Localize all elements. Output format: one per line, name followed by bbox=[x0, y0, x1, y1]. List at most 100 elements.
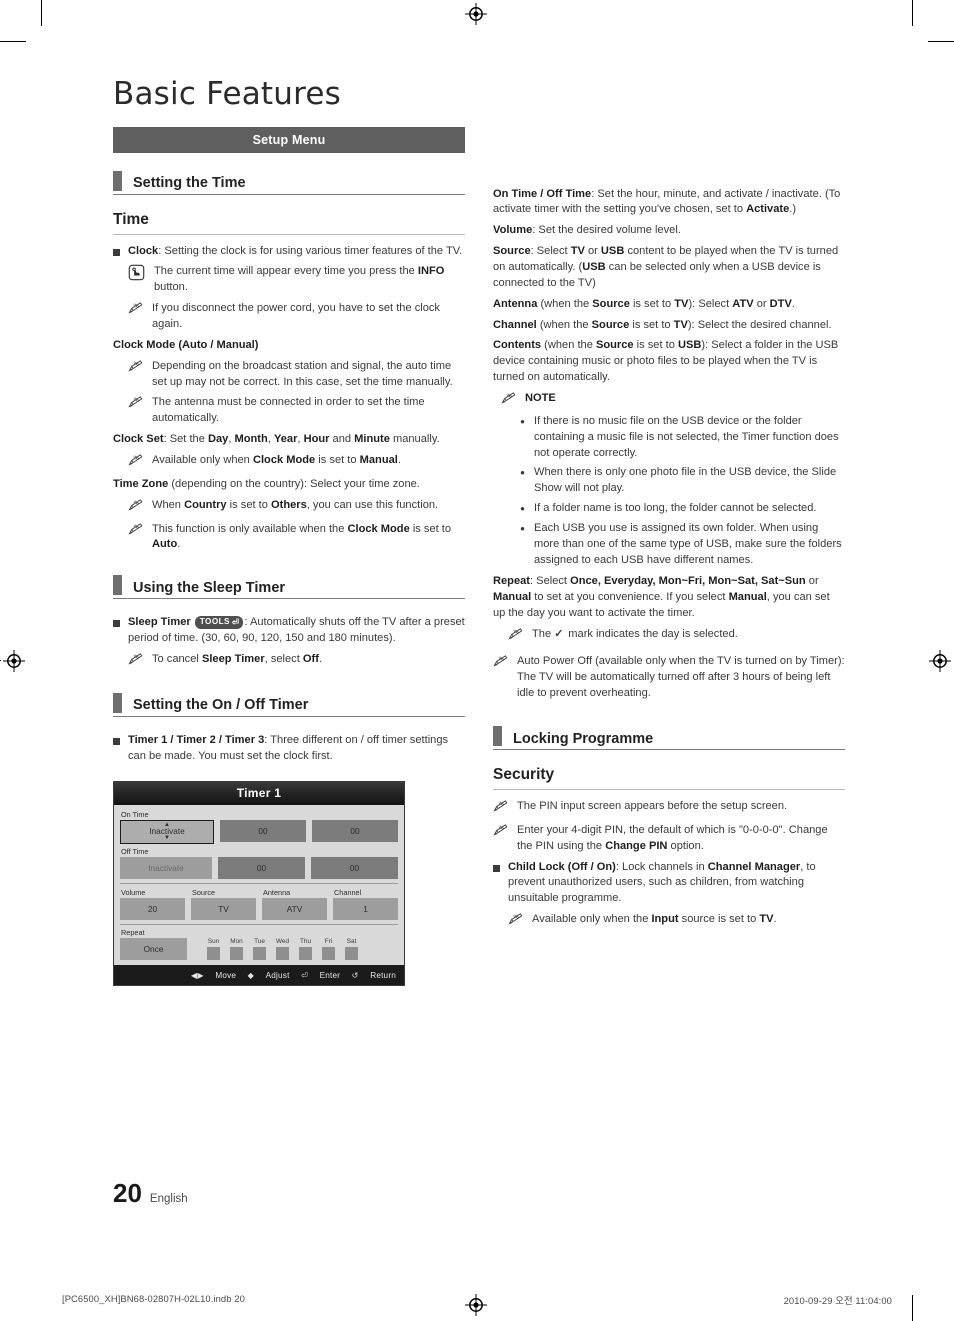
dot-bullet-icon: • bbox=[520, 465, 525, 481]
osd-day-checkbox[interactable] bbox=[322, 947, 336, 961]
bullet-clock-text: Clock: Setting the clock is for using va… bbox=[128, 244, 465, 260]
osd-channel-field[interactable]: 1 bbox=[333, 897, 398, 920]
osd-day-checkbox[interactable] bbox=[276, 947, 290, 961]
note-bullet-text: When there is only one photo file in the… bbox=[534, 466, 837, 495]
bullet-sleep-timer-text: Sleep Timer TOOLS ⏎: Automatically shuts … bbox=[128, 616, 465, 645]
osd-day-sat[interactable]: Sat bbox=[345, 938, 359, 961]
osd-quad-labels: Volume Source Antenna Channel bbox=[120, 887, 398, 898]
osd-day-checkbox[interactable] bbox=[345, 947, 359, 961]
osd-quad-values: 20 TV ATV 1 bbox=[120, 897, 398, 920]
footer-file-info: [PC6500_XH]BN68-02807H-02L10.indb 20 bbox=[62, 1293, 245, 1304]
pencil-note-icon bbox=[508, 913, 525, 931]
pencil-note-icon bbox=[493, 800, 510, 818]
osd-antenna-label: Antenna bbox=[263, 887, 291, 897]
crop-mark-top-left-h bbox=[0, 41, 26, 43]
section-heading-label: Locking Programme bbox=[513, 730, 654, 747]
on-off-timer-body: Timer 1 / Timer 2 / Timer 3: Three diffe… bbox=[113, 733, 465, 765]
section-heading-label: Setting the On / Off Timer bbox=[133, 697, 309, 714]
note-country-others-text: When Country is set to Others, you can u… bbox=[152, 498, 439, 511]
clock-set-term: Clock Set bbox=[113, 433, 164, 446]
osd-day-label: Sun bbox=[207, 938, 220, 946]
osd-on-time-row: ▲ Inactivate ▼ 00 00 bbox=[120, 819, 398, 844]
contents-term: Contents bbox=[493, 339, 542, 352]
osd-day-checkbox[interactable] bbox=[253, 947, 266, 961]
note-clock-mode-auto-text: This function is only available when the… bbox=[152, 522, 452, 551]
osd-channel-label: Channel bbox=[334, 887, 362, 897]
osd-source-field[interactable]: TV bbox=[191, 897, 256, 920]
check-mark-icon: ✓ bbox=[554, 627, 564, 640]
pencil-note-icon bbox=[128, 396, 145, 427]
note-power-cord-text: If you disconnect the power cord, you ha… bbox=[152, 302, 440, 330]
pencil-note-icon bbox=[493, 655, 510, 702]
pencil-note-icon bbox=[128, 653, 145, 671]
note-antenna-connected: The antenna must be connected in order t… bbox=[128, 395, 465, 427]
dot-bullet-icon: • bbox=[520, 501, 525, 517]
section-heading-on-off-timer: Setting the On / Off Timer bbox=[113, 692, 465, 717]
pencil-note-icon bbox=[493, 824, 510, 855]
crop-mark-top-left-v bbox=[41, 0, 43, 26]
osd-antenna-field[interactable]: ATV bbox=[262, 897, 327, 920]
section-heading-sleep-timer: Using the Sleep Timer bbox=[113, 575, 465, 600]
osd-footer-hints: ◀▶ Move ◆ Adjust ⏎ Enter ↺ Return bbox=[114, 965, 404, 986]
osd-day-tue[interactable]: Tue bbox=[253, 938, 266, 961]
note-heading-row: NOTE bbox=[501, 391, 845, 410]
osd-off-time-minute-field[interactable]: 00 bbox=[311, 856, 398, 879]
note-bullet-item: • When there is only one photo file in t… bbox=[518, 465, 845, 497]
right-column: On Time / Off Time: Set the hour, minute… bbox=[493, 127, 845, 935]
para-antenna: Antenna (when the Source is set to TV): … bbox=[493, 297, 795, 310]
osd-volume-field[interactable]: 20 bbox=[120, 897, 185, 920]
osd-on-time-state-field[interactable]: ▲ Inactivate ▼ bbox=[120, 819, 214, 844]
osd-day-mon[interactable]: Mon bbox=[230, 938, 243, 961]
note-bullet-list: • If there is no music file on the USB d… bbox=[518, 414, 845, 569]
section-heading-label: Using the Sleep Timer bbox=[133, 579, 286, 596]
note-cancel-sleep-timer: To cancel Sleep Timer, select Off. bbox=[128, 652, 465, 671]
antenna-term: Antenna bbox=[493, 297, 538, 310]
bullet-timer-123: Timer 1 / Timer 2 / Timer 3: Three diffe… bbox=[113, 733, 465, 765]
osd-day-checkbox[interactable] bbox=[299, 947, 313, 961]
osd-hint-adjust: ◆ Adjust bbox=[247, 971, 290, 981]
timer-term: Timer 1 / Timer 2 / Timer 3 bbox=[128, 733, 265, 746]
osd-on-time-label: On Time bbox=[121, 809, 149, 819]
note-bullet-item: • If there is no music file on the USB d… bbox=[518, 414, 845, 462]
chevron-down-icon: ▼ bbox=[164, 835, 170, 842]
osd-repeat-field[interactable]: Once bbox=[120, 938, 187, 961]
tools-enter-glyph: ⏎ bbox=[231, 617, 240, 628]
tools-badge-label: TOOLS bbox=[199, 617, 230, 627]
osd-off-time-row: Inactivate 00 00 bbox=[120, 856, 398, 879]
registration-mark-top bbox=[465, 3, 487, 25]
osd-off-time-hour-field[interactable]: 00 bbox=[218, 856, 305, 879]
note-bullet-text: Each USB you use is assigned its own fol… bbox=[534, 522, 842, 567]
bullet-timer-123-text: Timer 1 / Timer 2 / Timer 3: Three diffe… bbox=[128, 733, 465, 765]
osd-off-time-state-field[interactable]: Inactivate bbox=[120, 856, 212, 879]
osd-hint-adjust-label: Adjust bbox=[265, 971, 290, 981]
osd-on-time-minute-field[interactable]: 00 bbox=[312, 819, 398, 842]
osd-divider bbox=[120, 882, 398, 884]
clock-mode-heading-text: Clock Mode (Auto / Manual) bbox=[113, 338, 259, 351]
osd-day-fri[interactable]: Fri bbox=[322, 938, 336, 961]
crop-mark-top-right-h bbox=[928, 41, 954, 43]
osd-day-sun[interactable]: Sun bbox=[207, 938, 220, 961]
osd-on-time-hour-field[interactable]: 00 bbox=[220, 819, 306, 842]
note-pin-default-text: Enter your 4-digit PIN, the default of w… bbox=[517, 823, 828, 852]
osd-day-wed[interactable]: Wed bbox=[276, 938, 290, 961]
osd-day-checkbox[interactable] bbox=[207, 947, 220, 961]
osd-day-label: Fri bbox=[324, 938, 333, 946]
note-power-cord: If you disconnect the power cord, you ha… bbox=[128, 301, 465, 333]
section-heading-setting-the-time: Setting the Time bbox=[113, 170, 465, 195]
footer-timestamp: 2010-09-29 오전 11:04:00 bbox=[783, 1295, 892, 1306]
child-lock-term: Child Lock (Off / On) bbox=[508, 860, 616, 873]
square-bullet-icon bbox=[493, 864, 500, 872]
osd-day-checkbox[interactable] bbox=[230, 947, 243, 961]
note-broadcast-station-text: Depending on the broadcast station and s… bbox=[152, 359, 453, 388]
print-footer: [PC6500_XH]BN68-02807H-02L10.indb 20 201… bbox=[0, 1285, 954, 1321]
note-check-mark: The ✓ mark indicates the day is selected… bbox=[508, 627, 845, 646]
osd-off-time-label: Off Time bbox=[121, 846, 149, 856]
note-auto-power-off: Auto Power Off (available only when the … bbox=[493, 654, 845, 702]
security-body: The PIN input screen appears before the … bbox=[493, 799, 845, 931]
osd-day-thu[interactable]: Thu bbox=[299, 938, 313, 961]
note-pin-screen: The PIN input screen appears before the … bbox=[493, 799, 845, 818]
section-heading-locking-programme: Locking Programme bbox=[493, 726, 845, 750]
page-number-block: 20 English bbox=[113, 1180, 188, 1206]
para-volume: Volume: Set the desired volume level. bbox=[493, 223, 845, 239]
note-bullet-text: If a folder name is too long, the folder… bbox=[534, 502, 817, 515]
